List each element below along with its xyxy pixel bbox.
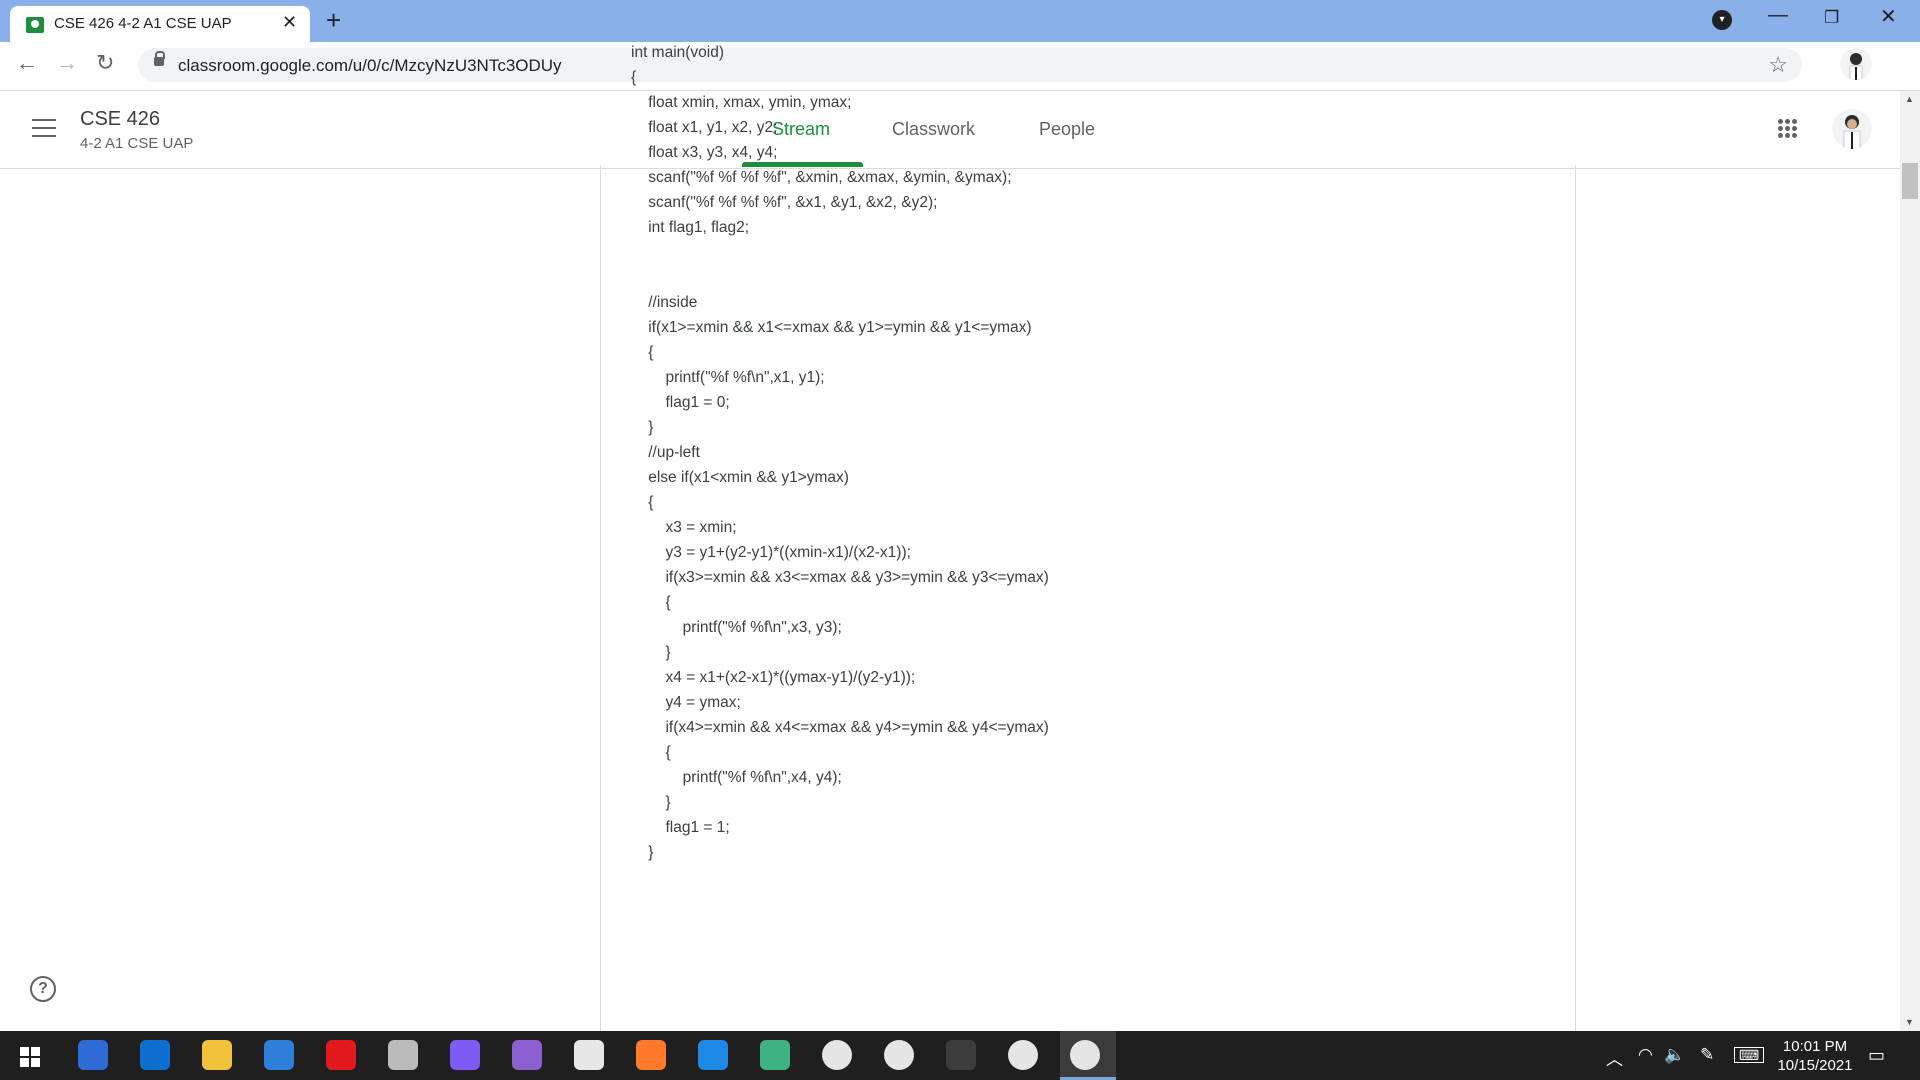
classroom-favicon-icon xyxy=(26,17,44,33)
minimize-button[interactable]: — xyxy=(1768,4,1788,27)
code-line: } xyxy=(631,644,671,661)
new-tab-button[interactable]: + xyxy=(326,5,341,36)
volume-icon[interactable]: 🔈 xyxy=(1664,1045,1685,1065)
tab-search-icon[interactable]: ▾ xyxy=(1712,10,1732,30)
windows-taskbar: ︿ ◠ 🔈 ✎ ⌨ 10:01 PM 10/15/2021 ▭ xyxy=(0,1031,1920,1080)
code-line: x3 = xmin; xyxy=(631,519,737,536)
taskbar-file-explorer-icon[interactable] xyxy=(202,1040,232,1070)
code-line: scanf("%f %f %f %f", &xmin, &xmax, &ymin… xyxy=(631,169,1012,186)
forward-arrow-icon[interactable]: → xyxy=(56,50,78,76)
code-line: else if(x1<xmin && y1>ymax) xyxy=(631,469,849,486)
code-line: { xyxy=(631,594,671,611)
google-apps-icon[interactable] xyxy=(1778,119,1798,139)
taskbar-chrome-active-icon[interactable] xyxy=(1070,1040,1100,1070)
reload-icon[interactable]: ↻ xyxy=(96,50,114,76)
help-icon[interactable]: ? xyxy=(30,976,56,1002)
browser-tab[interactable]: CSE 426 4-2 A1 CSE UAP ✕ xyxy=(10,6,310,42)
browser-profile-avatar[interactable] xyxy=(1840,48,1872,80)
code-line: } xyxy=(631,419,654,436)
windows-start-icon[interactable] xyxy=(20,1047,40,1067)
code-line: printf("%f %f\n",x4, y4); xyxy=(631,769,842,786)
maximize-button[interactable]: ❐ xyxy=(1824,8,1839,28)
code-line: printf("%f %f\n",x3, y3); xyxy=(631,619,842,636)
code-line: y3 = y1+(y2-y1)*((xmin-x1)/(x2-x1)); xyxy=(631,544,911,561)
code-line: if(x4>=xmin && x4<=xmax && y4>=ymin && y… xyxy=(631,719,1049,736)
code-line: flag1 = 0; xyxy=(631,394,730,411)
code-line: x4 = x1+(x2-x1)*((ymax-y1)/(y2-y1)); xyxy=(631,669,916,686)
taskbar-photos-icon[interactable] xyxy=(760,1040,790,1070)
notification-icon[interactable]: ▭ xyxy=(1868,1045,1885,1066)
code-line: y4 = ymax; xyxy=(631,694,741,711)
taskbar-chrome-icon[interactable] xyxy=(884,1040,914,1070)
clock-date: 10/15/2021 xyxy=(1777,1057,1853,1074)
taskbar-edge-icon[interactable] xyxy=(140,1040,170,1070)
account-avatar[interactable] xyxy=(1832,109,1872,149)
taskbar-opera-icon[interactable] xyxy=(326,1040,356,1070)
scroll-up-arrow-icon[interactable]: ▲ xyxy=(1905,94,1914,104)
code-line: printf("%f %f\n",x1, y1); xyxy=(631,369,825,386)
code-line: if(x3>=xmin && x3<=xmax && y3>=ymin && y… xyxy=(631,569,1049,586)
code-line: //up-left xyxy=(631,444,700,461)
window-close-button[interactable]: ✕ xyxy=(1880,4,1897,29)
code-line: float xmin, xmax, ymin, ymax; xyxy=(631,94,852,111)
taskbar-firefox-icon[interactable] xyxy=(636,1040,666,1070)
taskbar-terminal-icon[interactable] xyxy=(946,1040,976,1070)
post-code-block: int main(void) { float xmin, xmax, ymin, … xyxy=(631,40,1049,865)
network-icon[interactable]: ◠ xyxy=(1638,1045,1653,1065)
system-clock[interactable]: 10:01 PM 10/15/2021 xyxy=(1772,1037,1858,1075)
code-line: int main(void) xyxy=(631,44,725,61)
pen-icon[interactable]: ✎ xyxy=(1700,1045,1714,1065)
code-line: { xyxy=(631,69,637,86)
taskbar-qb-icon[interactable] xyxy=(78,1040,108,1070)
show-hidden-icons[interactable]: ︿ xyxy=(1606,1045,1623,1070)
code-line: float x1, y1, x2, y2; xyxy=(631,119,778,136)
tab-close-icon[interactable]: ✕ xyxy=(282,12,297,33)
scrollbar-thumb[interactable] xyxy=(1902,163,1918,199)
code-line: float x3, y3, x4, y4; xyxy=(631,144,778,161)
main-menu-icon[interactable] xyxy=(32,119,56,143)
page-scrollbar[interactable]: ▲ ▼ xyxy=(1900,91,1920,1031)
tab-title: CSE 426 4-2 A1 CSE UAP xyxy=(54,15,232,32)
bookmark-star-icon[interactable]: ☆ xyxy=(1768,52,1788,78)
code-line: { xyxy=(631,344,654,361)
taskbar-mail-icon[interactable] xyxy=(264,1040,294,1070)
taskbar-github-icon[interactable] xyxy=(512,1040,542,1070)
lock-icon[interactable] xyxy=(154,51,165,66)
taskbar-chrome-ek-icon[interactable] xyxy=(1008,1040,1038,1070)
code-line: if(x1>=xmin && x1<=xmax && y1>=ymin && y… xyxy=(631,319,1032,336)
scroll-down-arrow-icon[interactable]: ▼ xyxy=(1905,1017,1914,1027)
code-line: int flag1, flag2; xyxy=(631,219,750,236)
keyboard-icon[interactable]: ⌨ xyxy=(1734,1047,1765,1063)
code-line: //inside xyxy=(631,294,698,311)
taskbar-paint-icon[interactable] xyxy=(574,1040,604,1070)
code-line: } xyxy=(631,794,671,811)
taskbar-inkscape-icon[interactable] xyxy=(388,1040,418,1070)
code-line: scanf("%f %f %f %f", &x1, &y1, &x2, &y2)… xyxy=(631,194,938,211)
class-section: 4-2 A1 CSE UAP xyxy=(80,135,194,152)
clock-time: 10:01 PM xyxy=(1782,1038,1848,1055)
code-line: flag1 = 1; xyxy=(631,819,730,836)
taskbar-chrome-icon[interactable] xyxy=(822,1040,852,1070)
taskbar-vscode-icon[interactable] xyxy=(698,1040,728,1070)
code-line: } xyxy=(631,844,654,861)
code-line: { xyxy=(631,744,671,761)
taskbar-messenger-icon[interactable] xyxy=(450,1040,480,1070)
code-line: { xyxy=(631,494,654,511)
back-arrow-icon[interactable]: ← xyxy=(16,50,38,76)
url-text[interactable]: classroom.google.com/u/0/c/MzcyNzU3NTc3O… xyxy=(178,56,562,76)
class-title[interactable]: CSE 426 xyxy=(80,108,160,131)
browser-titlebar: CSE 426 4-2 A1 CSE UAP ✕ + ▾ — ❐ ✕ xyxy=(0,0,1920,42)
